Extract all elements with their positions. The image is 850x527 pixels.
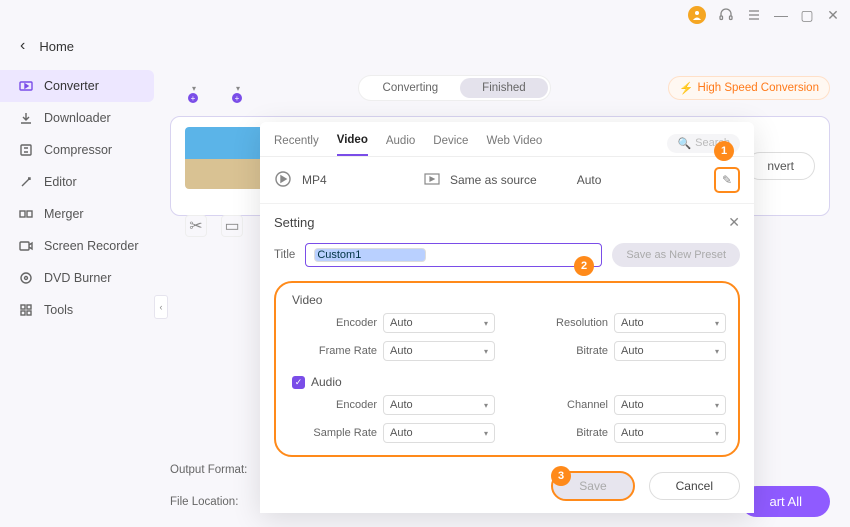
converter-icon [18,78,34,94]
cancel-button[interactable]: Cancel [649,472,740,500]
file-location-label: File Location: [170,496,238,508]
editor-icon [18,174,34,190]
sidebar-item-converter[interactable]: Converter [0,70,154,102]
resolution-select[interactable]: Auto▾ [614,313,726,333]
user-avatar[interactable] [688,6,706,24]
audio-encoder-select[interactable]: Auto▾ [383,395,495,415]
headset-icon[interactable] [718,7,734,23]
tab-video[interactable]: Video [337,130,368,156]
add-disc-button[interactable]: +▾ [214,75,240,101]
sidebar-label: DVD Burner [44,271,111,285]
bitrate-label: Bitrate [538,427,608,439]
sidebar-label: Editor [44,175,77,189]
sidebar-collapse[interactable]: ‹ [154,295,168,319]
plus-icon: + [232,93,242,103]
sidebar-label: Compressor [44,143,112,157]
close-button[interactable]: ✕ [826,8,840,22]
resolution-text: Same as source [450,173,537,187]
convert-button[interactable]: nvert [746,152,815,180]
channel-label: Channel [538,399,608,411]
tab-audio[interactable]: Audio [386,131,415,155]
sidebar-item-downloader[interactable]: Downloader [0,102,160,134]
sidebar-label: Merger [44,207,84,221]
encoder-label: Encoder [307,317,377,329]
chevron-down-icon: ▾ [236,84,240,93]
format-row[interactable]: MP4 Same as source Auto ✎ [260,157,754,204]
resolution-label: Resolution [538,317,608,329]
setting-title: Setting [274,215,314,230]
tab-finished[interactable]: Finished [460,78,547,98]
sidebar-label: Downloader [44,111,111,125]
output-format-label: Output Format: [170,464,247,476]
compress-icon [18,142,34,158]
sidebar-item-compressor[interactable]: Compressor [0,134,160,166]
trim-button[interactable]: ✂ [185,215,207,237]
menu-icon[interactable] [746,7,762,23]
recorder-icon [18,238,34,254]
merger-icon [18,206,34,222]
search-icon: 🔍 [677,137,691,150]
format-settings-panel: Recently Video Audio Device Web Video 🔍 S… [260,122,754,513]
crop-button[interactable]: ▭ [221,215,243,237]
add-file-button[interactable]: +▾ [170,75,196,101]
sidebar-item-screen-recorder[interactable]: Screen Recorder [0,230,160,262]
resolution-icon [424,173,440,188]
start-all-button[interactable]: art All [741,486,830,517]
bitrate-label: Bitrate [538,345,608,357]
samplerate-label: Sample Rate [307,427,377,439]
audio-checkbox[interactable]: ✓ [292,376,305,389]
bitrate-text: Auto [577,173,602,187]
bolt-icon: ⚡ [679,81,693,95]
back-button[interactable]: ‹ [20,37,25,55]
callout-badge-3: 3 [551,466,571,486]
title-label: Title [274,249,295,261]
callout-badge-1: 1 [714,141,734,161]
sidebar-label: Tools [44,303,73,317]
tab-web-video[interactable]: Web Video [486,131,542,155]
close-icon[interactable]: ✕ [728,214,740,231]
tab-device[interactable]: Device [433,131,468,155]
format-icon [274,170,292,191]
sidebar-item-editor[interactable]: Editor [0,166,160,198]
sidebar-item-tools[interactable]: Tools [0,294,160,326]
sidebar-label: Converter [44,79,99,93]
tab-recently[interactable]: Recently [274,131,319,155]
download-icon [18,110,34,126]
tools-icon [18,302,34,318]
sidebar-label: Screen Recorder [44,239,139,253]
audio-group-header: Audio [311,375,342,389]
chevron-down-icon: ▾ [192,84,196,93]
encoder-label: Encoder [307,399,377,411]
format-name: MP4 [302,173,327,187]
video-encoder-select[interactable]: Auto▾ [383,313,495,333]
channel-select[interactable]: Auto▾ [614,395,726,415]
save-preset-button[interactable]: Save as New Preset [612,243,740,267]
status-segment: Converting Finished [358,75,551,101]
maximize-button[interactable]: ▢ [800,8,814,22]
framerate-select[interactable]: Auto▾ [383,341,495,361]
high-speed-toggle[interactable]: ⚡High Speed Conversion [668,76,830,100]
audio-bitrate-select[interactable]: Auto▾ [614,423,726,443]
preset-title-input[interactable]: Custom1 [305,243,602,267]
minimize-button[interactable]: — [774,8,788,22]
video-group-header: Video [288,289,726,313]
video-bitrate-select[interactable]: Auto▾ [614,341,726,361]
dvd-icon [18,270,34,286]
tab-converting[interactable]: Converting [361,78,461,98]
plus-icon: + [188,93,198,103]
edit-format-button[interactable]: ✎ [714,167,740,193]
sidebar-item-dvd-burner[interactable]: DVD Burner [0,262,160,294]
sidebar: Converter Downloader Compressor Editor M… [0,62,160,527]
settings-group: Video Encoder Auto▾ Resolution Auto▾ Frame… [274,281,740,457]
callout-badge-2: 2 [574,256,594,276]
framerate-label: Frame Rate [307,345,377,357]
samplerate-select[interactable]: Auto▾ [383,423,495,443]
sidebar-item-merger[interactable]: Merger [0,198,160,230]
breadcrumb-home[interactable]: Home [39,39,74,54]
